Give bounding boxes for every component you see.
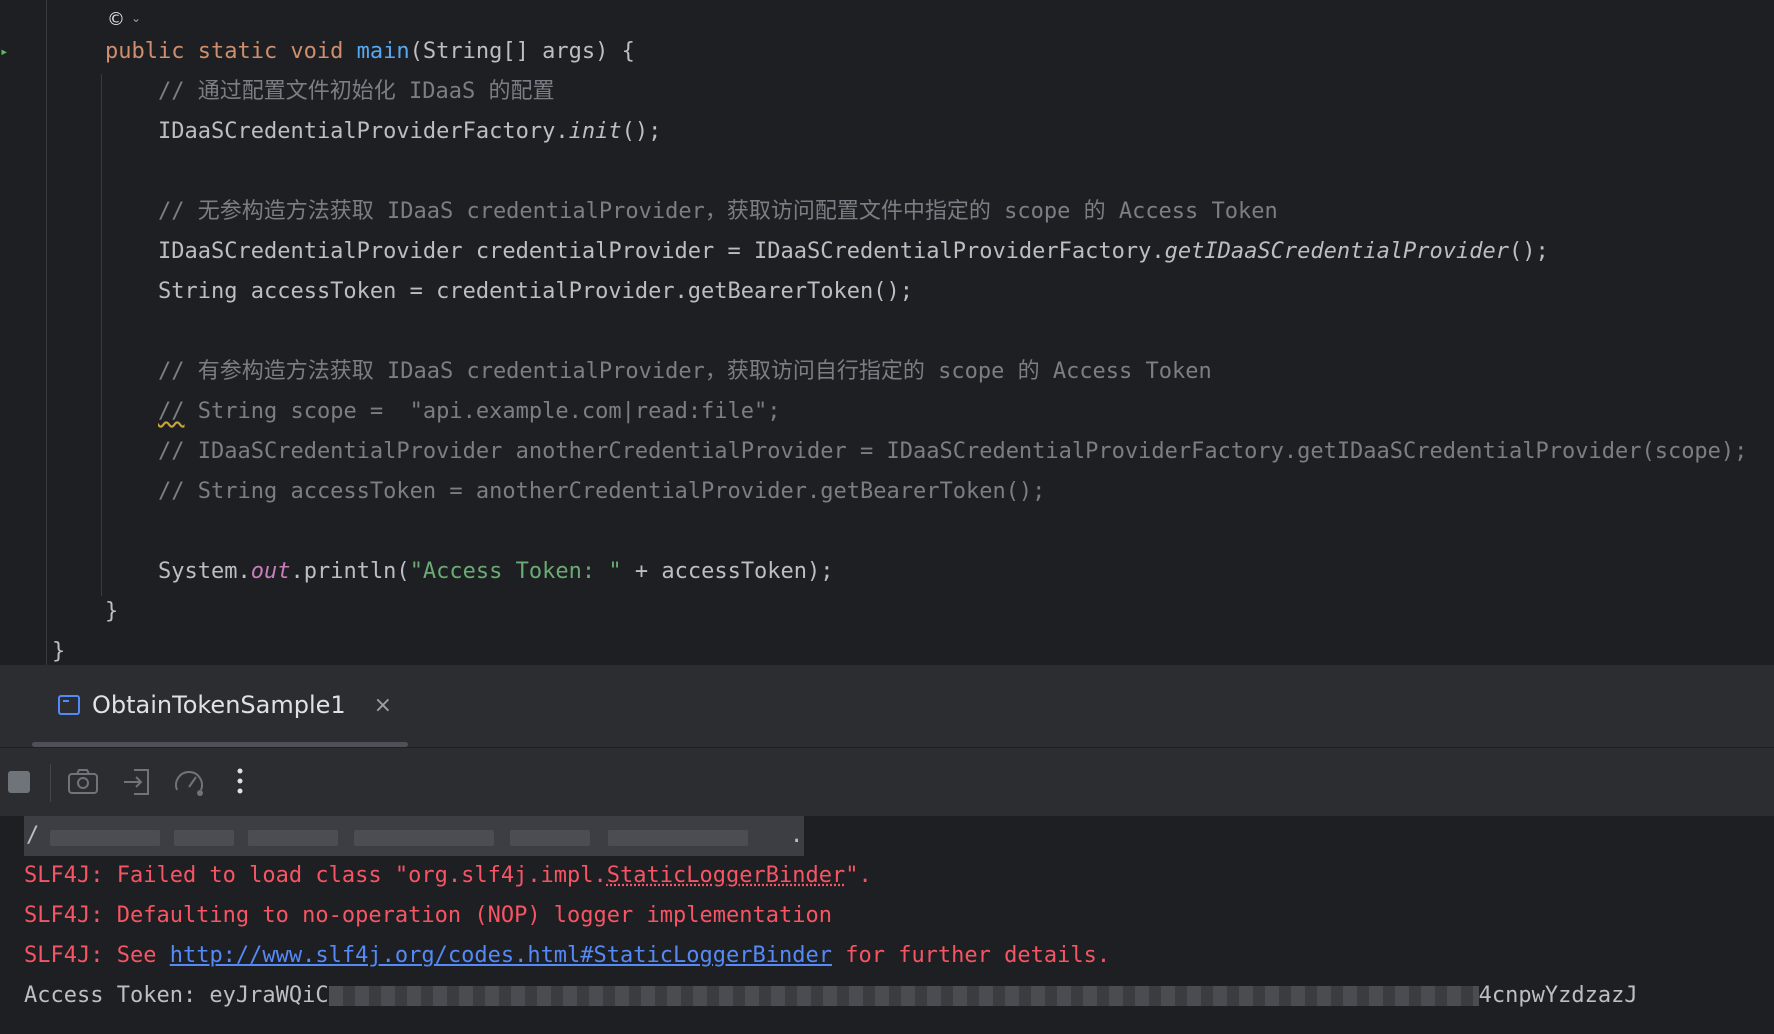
console-line-access-token: Access Token: eyJraWQiC 4cnpwYzdzazJ [24, 983, 1638, 1008]
gutter-divider [46, 0, 47, 665]
toolbar-divider [50, 764, 51, 802]
code-line-println: System.out.println("Access Token: " + ac… [158, 559, 834, 584]
code-comment: // String accessToken = anotherCredentia… [158, 479, 1046, 504]
redacted-command-line: / . [24, 816, 804, 856]
run-tab-label: ObtainTokenSample1 [92, 691, 346, 719]
code-closing-brace: } [105, 599, 119, 624]
sign-in-icon[interactable] [120, 764, 154, 798]
stop-button[interactable] [6, 764, 40, 798]
run-toolbar [0, 748, 1774, 816]
console-line-error: SLF4J: See http://www.slf4j.org/codes.ht… [24, 943, 1111, 968]
slf4j-docs-link[interactable]: http://www.slf4j.org/codes.html#StaticLo… [170, 943, 832, 968]
code-author-hint-icon[interactable]: © [107, 9, 125, 30]
tab-scrollbar[interactable] [32, 742, 408, 747]
code-comment: // 无参构造方法获取 IDaaS credentialProvider，获取访… [158, 199, 1278, 224]
profiler-gauge-icon[interactable] [172, 764, 206, 798]
console-icon [58, 695, 80, 715]
console-output[interactable]: / . SLF4J: Failed to load class "org.slf… [0, 816, 1774, 1034]
chevron-down-icon[interactable]: ⌄ [131, 11, 141, 25]
code-comment: // IDaaSCredentialProvider anotherCreden… [158, 439, 1748, 464]
indent-guide [101, 74, 102, 596]
more-options-icon[interactable] [226, 764, 260, 798]
run-gutter-icon[interactable]: ▸ [0, 44, 8, 60]
camera-icon[interactable] [66, 764, 100, 798]
code-line-provider: IDaaSCredentialProvider credentialProvid… [158, 239, 1549, 264]
code-editor[interactable]: ▸ © ⌄ public static void main(String[] a… [0, 0, 1774, 665]
run-tool-window-tabs: ObtainTokenSample1 × [0, 665, 1774, 748]
redacted-token [328, 986, 1479, 1006]
code-line-main-signature: public static void main(String[] args) { [105, 39, 635, 64]
run-tab[interactable]: ObtainTokenSample1 × [58, 683, 392, 727]
code-closing-brace: } [52, 639, 66, 664]
console-line-error: SLF4J: Failed to load class "org.slf4j.i… [24, 863, 872, 888]
close-icon[interactable]: × [374, 693, 392, 718]
console-line-error: SLF4J: Defaulting to no-operation (NOP) … [24, 903, 832, 928]
code-line-init: IDaaSCredentialProviderFactory.init(); [158, 119, 662, 144]
code-comment: // 通过配置文件初始化 IDaaS 的配置 [158, 79, 555, 104]
code-line-access-token: String accessToken = credentialProvider.… [158, 279, 913, 304]
code-comment: // String scope = "api.example.com|read:… [158, 399, 781, 424]
code-comment: // 有参构造方法获取 IDaaS credentialProvider，获取访… [158, 359, 1212, 384]
